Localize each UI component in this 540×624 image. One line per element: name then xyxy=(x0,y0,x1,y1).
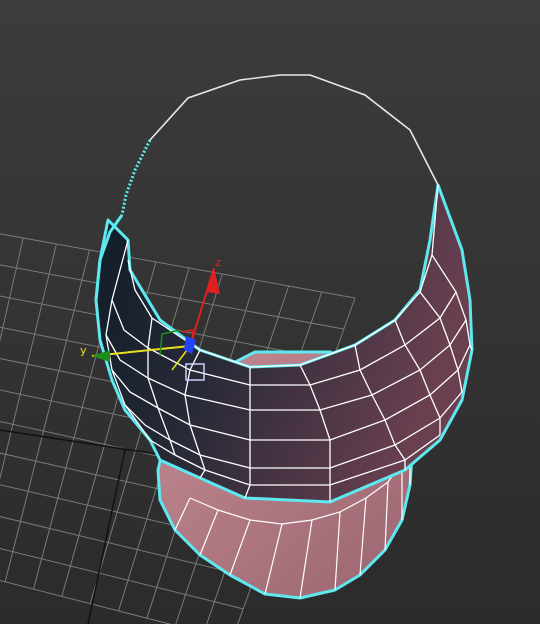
gizmo-z-label: z xyxy=(215,256,221,269)
3d-viewport[interactable]: z y xyxy=(0,0,540,624)
viewport-canvas[interactable]: z y xyxy=(0,0,540,624)
gizmo-y-label: y xyxy=(80,344,87,357)
